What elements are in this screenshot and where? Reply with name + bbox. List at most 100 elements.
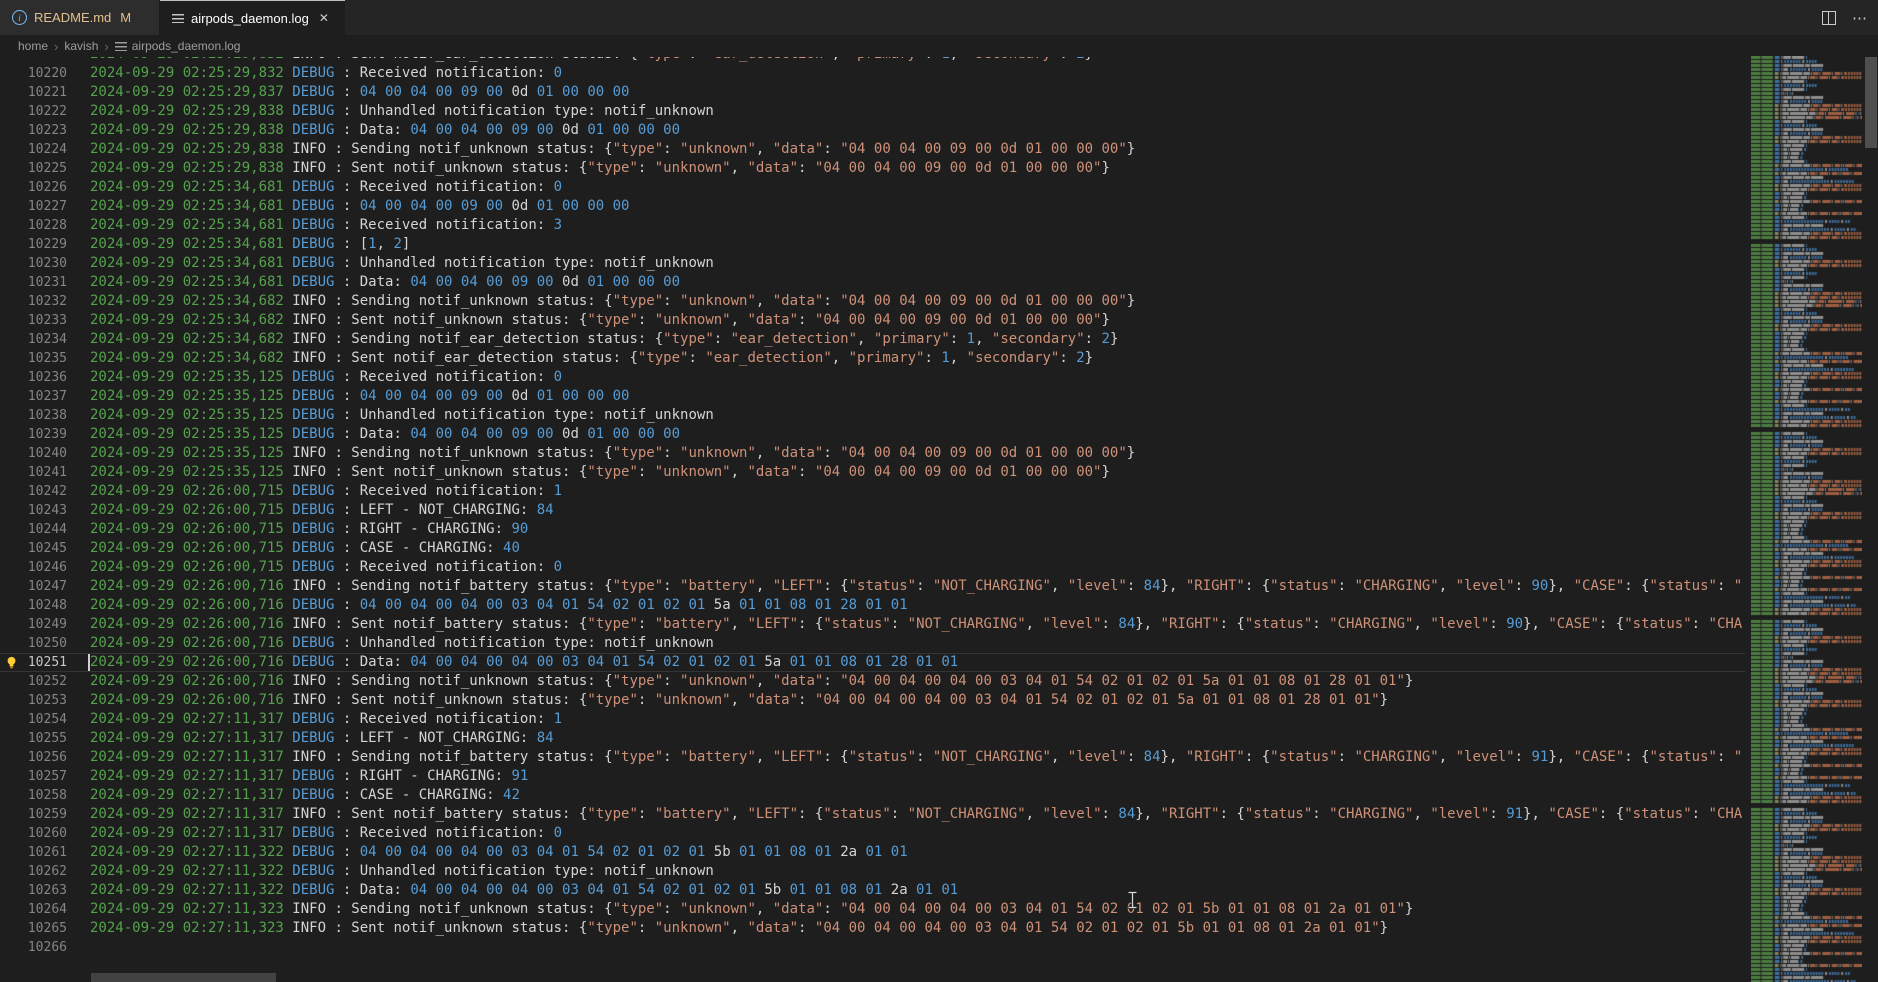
log-line[interactable]: 102292024-09-29 02:25:34,681 DEBUG : [1,…: [0, 235, 1745, 254]
vertical-scrollbar[interactable]: [1864, 57, 1878, 982]
log-line[interactable]: 102322024-09-29 02:25:34,682 INFO : Send…: [0, 292, 1745, 311]
log-line[interactable]: 102552024-09-29 02:27:11,317 DEBUG : LEF…: [0, 729, 1745, 748]
log-line-text: 2024-09-29 02:27:11,317 INFO : Sent noti…: [67, 805, 1742, 824]
log-line[interactable]: 102602024-09-29 02:27:11,317 DEBUG : Rec…: [0, 824, 1745, 843]
line-number: 10263: [0, 881, 67, 900]
line-number: 10238: [0, 406, 67, 425]
log-file-icon: [172, 14, 184, 23]
log-line-text: 2024-09-29 02:26:00,716 DEBUG : Data: 04…: [67, 653, 958, 672]
log-line[interactable]: 102332024-09-29 02:25:34,682 INFO : Sent…: [0, 311, 1745, 330]
line-number: 10223: [0, 121, 67, 140]
line-number: 10242: [0, 482, 67, 501]
log-line[interactable]: 102482024-09-29 02:26:00,716 DEBUG : 04 …: [0, 596, 1745, 615]
line-number: 10235: [0, 349, 67, 368]
log-line[interactable]: 10266: [0, 938, 1745, 957]
log-line[interactable]: 102502024-09-29 02:26:00,716 DEBUG : Unh…: [0, 634, 1745, 653]
close-tab-icon[interactable]: ✕: [319, 11, 329, 25]
line-number: 10244: [0, 520, 67, 539]
log-line[interactable]: 102472024-09-29 02:26:00,716 INFO : Send…: [0, 577, 1745, 596]
log-line[interactable]: 102652024-09-29 02:27:11,323 INFO : Sent…: [0, 919, 1745, 938]
log-line-text: 2024-09-29 02:26:00,715 DEBUG : Received…: [67, 558, 562, 577]
log-line[interactable]: 102422024-09-29 02:26:00,715 DEBUG : Rec…: [0, 482, 1745, 501]
line-number: 10252: [0, 672, 67, 691]
line-number: 10265: [0, 919, 67, 938]
log-line[interactable]: 102382024-09-29 02:25:35,125 DEBUG : Unh…: [0, 406, 1745, 425]
line-number: 10258: [0, 786, 67, 805]
log-line-text: 2024-09-29 02:25:29,837 DEBUG : 04 00 04…: [67, 83, 629, 102]
line-number: 10259: [0, 805, 67, 824]
line-number: 10234: [0, 330, 67, 349]
breadcrumb-item-file[interactable]: airpods_daemon.log: [132, 39, 241, 53]
log-line[interactable]: 102262024-09-29 02:25:34,681 DEBUG : Rec…: [0, 178, 1745, 197]
log-line[interactable]: 102562024-09-29 02:27:11,317 INFO : Send…: [0, 748, 1745, 767]
log-line[interactable]: 102442024-09-29 02:26:00,715 DEBUG : RIG…: [0, 520, 1745, 539]
lightbulb-icon[interactable]: [4, 655, 19, 670]
log-line[interactable]: 102452024-09-29 02:26:00,715 DEBUG : CAS…: [0, 539, 1745, 558]
vertical-scrollbar-thumb[interactable]: [1865, 57, 1877, 148]
log-line[interactable]: 102372024-09-29 02:25:35,125 DEBUG : 04 …: [0, 387, 1745, 406]
tab-readme[interactable]: i README.md M: [0, 0, 160, 35]
breadcrumb: home › kavish › airpods_daemon.log: [0, 35, 1878, 57]
log-line[interactable]: 102582024-09-29 02:27:11,317 DEBUG : CAS…: [0, 786, 1745, 805]
log-line-text: 2024-09-29 02:25:35,125 DEBUG : Unhandle…: [67, 406, 714, 425]
line-number: 10232: [0, 292, 67, 311]
log-line[interactable]: 102612024-09-29 02:27:11,322 DEBUG : 04 …: [0, 843, 1745, 862]
log-line[interactable]: 102342024-09-29 02:25:34,682 INFO : Send…: [0, 330, 1745, 349]
log-line[interactable]: 102622024-09-29 02:27:11,322 DEBUG : Unh…: [0, 862, 1745, 881]
line-number: 10264: [0, 900, 67, 919]
log-line-text: 2024-09-29 02:25:29,832 DEBUG : Received…: [67, 64, 562, 83]
more-actions-icon[interactable]: ⋯: [1852, 9, 1868, 27]
log-line[interactable]: 102352024-09-29 02:25:34,682 INFO : Sent…: [0, 349, 1745, 368]
log-line-text: 2024-09-29 02:26:00,715 DEBUG : LEFT - N…: [67, 501, 554, 520]
log-line[interactable]: 102642024-09-29 02:27:11,323 INFO : Send…: [0, 900, 1745, 919]
log-line-text: 2024-09-29 02:27:11,317 DEBUG : Received…: [67, 824, 562, 843]
line-number: 10248: [0, 596, 67, 615]
log-line[interactable]: 102542024-09-29 02:27:11,317 DEBUG : Rec…: [0, 710, 1745, 729]
log-line[interactable]: 102462024-09-29 02:26:00,715 DEBUG : Rec…: [0, 558, 1745, 577]
log-line-text: 2024-09-29 02:25:34,681 DEBUG : Received…: [67, 216, 562, 235]
log-line[interactable]: 102432024-09-29 02:26:00,715 DEBUG : LEF…: [0, 501, 1745, 520]
log-line[interactable]: 102202024-09-29 02:25:29,832 DEBUG : Rec…: [0, 64, 1745, 83]
tab-airpods-daemon-log[interactable]: airpods_daemon.log ✕: [160, 0, 345, 35]
log-line[interactable]: 102272024-09-29 02:25:34,681 DEBUG : 04 …: [0, 197, 1745, 216]
line-number: 10239: [0, 425, 67, 444]
log-line-text: 2024-09-29 02:26:00,716 INFO : Sent noti…: [67, 615, 1742, 634]
log-line[interactable]: 102632024-09-29 02:27:11,322 DEBUG : Dat…: [0, 881, 1745, 900]
horizontal-scrollbar-thumb[interactable]: [91, 973, 276, 982]
text-caret: [88, 654, 90, 671]
log-line[interactable]: 102282024-09-29 02:25:34,681 DEBUG : Rec…: [0, 216, 1745, 235]
log-line[interactable]: 102512024-09-29 02:26:00,716 DEBUG : Dat…: [0, 653, 1745, 672]
log-line[interactable]: 102392024-09-29 02:25:35,125 DEBUG : Dat…: [0, 425, 1745, 444]
log-line[interactable]: 102532024-09-29 02:26:00,716 INFO : Sent…: [0, 691, 1745, 710]
log-line[interactable]: 102232024-09-29 02:25:29,838 DEBUG : Dat…: [0, 121, 1745, 140]
line-number: 10245: [0, 539, 67, 558]
log-line[interactable]: 102522024-09-29 02:26:00,716 INFO : Send…: [0, 672, 1745, 691]
log-line-text: 2024-09-29 02:25:34,682 INFO : Sent noti…: [67, 311, 1110, 330]
log-line-text: 2024-09-29 02:27:11,317 DEBUG : RIGHT - …: [67, 767, 528, 786]
line-number: 10233: [0, 311, 67, 330]
line-number: 10241: [0, 463, 67, 482]
log-line[interactable]: 102212024-09-29 02:25:29,837 DEBUG : 04 …: [0, 83, 1745, 102]
split-editor-icon[interactable]: [1822, 11, 1836, 25]
line-number: 10262: [0, 862, 67, 881]
breadcrumb-item-kavish[interactable]: kavish: [64, 39, 98, 53]
log-line[interactable]: 102362024-09-29 02:25:35,125 DEBUG : Rec…: [0, 368, 1745, 387]
log-line[interactable]: 102252024-09-29 02:25:29,838 INFO : Sent…: [0, 159, 1745, 178]
log-line[interactable]: 102592024-09-29 02:27:11,317 INFO : Sent…: [0, 805, 1745, 824]
log-line[interactable]: 102312024-09-29 02:25:34,681 DEBUG : Dat…: [0, 273, 1745, 292]
editor-pane[interactable]: 2024-09-29 02:25:29,832 INFO : Sent noti…: [0, 57, 1745, 982]
log-line[interactable]: 102222024-09-29 02:25:29,838 DEBUG : Unh…: [0, 102, 1745, 121]
log-line-text: 2024-09-29 02:25:35,125 INFO : Sent noti…: [67, 463, 1110, 482]
log-line[interactable]: 102402024-09-29 02:25:35,125 INFO : Send…: [0, 444, 1745, 463]
minimap[interactable]: [1751, 56, 1862, 982]
breadcrumb-item-home[interactable]: home: [18, 39, 48, 53]
log-line[interactable]: 102242024-09-29 02:25:29,838 INFO : Send…: [0, 140, 1745, 159]
log-line-text: 2024-09-29 02:25:29,838 INFO : Sent noti…: [67, 159, 1110, 178]
line-number: 10236: [0, 368, 67, 387]
tab-bar: i README.md M airpods_daemon.log ✕ ⋯: [0, 0, 1878, 35]
log-line[interactable]: 102492024-09-29 02:26:00,716 INFO : Sent…: [0, 615, 1745, 634]
log-line[interactable]: 102572024-09-29 02:27:11,317 DEBUG : RIG…: [0, 767, 1745, 786]
log-line[interactable]: 102302024-09-29 02:25:34,681 DEBUG : Unh…: [0, 254, 1745, 273]
line-number: 10253: [0, 691, 67, 710]
log-line[interactable]: 102412024-09-29 02:25:35,125 INFO : Sent…: [0, 463, 1745, 482]
